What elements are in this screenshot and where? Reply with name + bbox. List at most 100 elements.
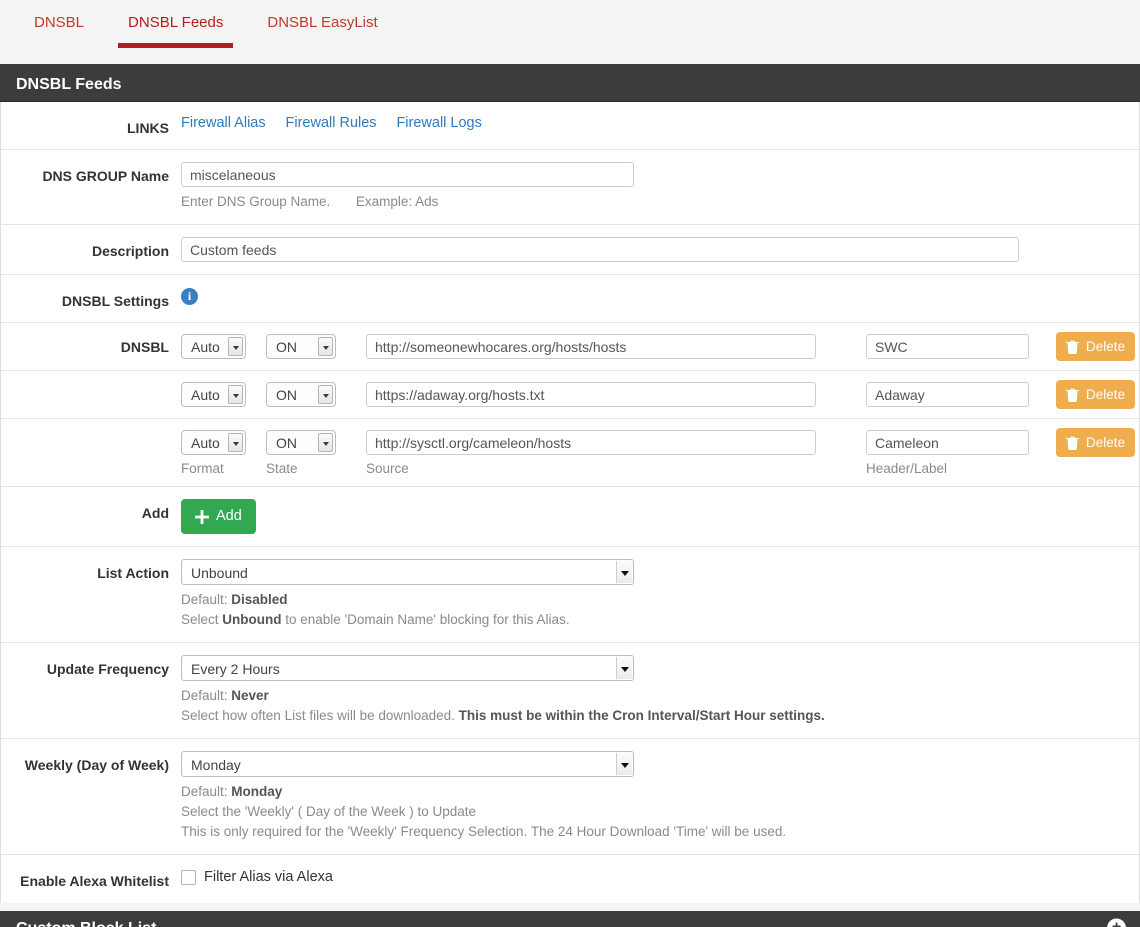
description-label: Description [91,243,169,259]
tab-dnsbl-easylist-label: DNSBL EasyList [267,14,378,31]
tab-dnsbl-feeds[interactable]: DNSBL Feeds [106,12,245,48]
list-action-help-default: Default: Disabled [181,590,1139,610]
list-action-help-c: to enable 'Domain Name' blocking for thi… [281,612,570,627]
tab-dnsbl-label: DNSBL [34,14,85,31]
alexa-checkbox-wrapper[interactable]: Filter Alias via Alexa [181,867,1139,885]
update-frequency-help-b: This must be within the Cron Interval/St… [458,708,825,723]
chevron-down-icon [228,337,243,356]
weekly-control: Monday Default: Monday Select the 'Weekl… [181,751,1139,842]
delete-button-1[interactable]: Delete [1056,380,1136,409]
dnsbl-format-select-2[interactable]: Auto [181,430,246,455]
plus-circle-icon[interactable]: + [1107,918,1126,927]
dnsbl-format-cell: Auto [181,430,266,455]
tab-dnsbl-feeds-label: DNSBL Feeds [128,14,224,31]
dns-group-name-control: Enter DNS Group Name. Example: Ads [181,162,1139,212]
weekly-default-prefix: Default: [181,784,232,799]
dnsbl-label: DNSBL [120,338,169,355]
dns-group-name-input[interactable] [181,162,634,187]
delete-button-label-0: Delete [1086,339,1126,354]
list-action-help: Default: Disabled Select Unbound to enab… [181,590,1139,630]
list-action-default-prefix: Default: [181,592,232,607]
weekly-value: Monday [191,757,241,773]
dnsbl-column-captions: Format State Source Header/Label [1,459,1139,487]
delete-button-0[interactable]: Delete [1056,332,1136,361]
custom-block-list-panel: Custom Block List + [0,911,1140,927]
dns-group-name-row: DNS GROUP Name Enter DNS Group Name. Exa… [1,150,1139,225]
update-frequency-control: Every 2 Hours Default: Never Select how … [181,655,1139,726]
trash-icon [1066,340,1079,354]
dnsbl-format-select-1[interactable]: Auto [181,382,246,407]
dnsbl-source-input-2[interactable] [366,430,816,455]
dnsbl-settings-control: i [181,287,1139,310]
list-action-value: Unbound [191,565,248,581]
alexa-checkbox-label: Filter Alias via Alexa [204,869,333,885]
weekly-select[interactable]: Monday [181,751,634,777]
dnsbl-header-input-0[interactable] [866,334,1029,359]
list-action-row: List Action Unbound Default: Disabled Se… [1,547,1139,643]
link-firewall-logs[interactable]: Firewall Logs [396,115,481,131]
caption-source: Source [366,461,409,476]
description-row: Description [1,225,1139,275]
dnsbl-source-cell [366,334,846,359]
weekly-help-line2: Select the 'Weekly' ( Day of the Week ) … [181,804,477,819]
alexa-checkbox[interactable] [181,869,196,885]
delete-button-2[interactable]: Delete [1056,428,1136,457]
dnsbl-header-cell [866,382,1056,407]
panel-gap [0,903,1140,911]
update-frequency-label: Update Frequency [46,661,169,677]
delete-button-label-1: Delete [1086,387,1126,402]
tab-dnsbl[interactable]: DNSBL [12,12,106,34]
dnsbl-state-cell: ON [266,382,366,407]
chevron-down-icon [616,657,632,679]
update-frequency-row: Update Frequency Every 2 Hours Default: … [1,643,1139,739]
dnsbl-header-cell [866,334,1056,359]
chevron-down-icon [318,337,333,356]
links-container: Firewall Alias Firewall Rules Firewall L… [181,114,1139,137]
dnsbl-header-input-1[interactable] [866,382,1029,407]
dnsbl-row: DNSBL Auto ON http://someonewhocares.org… [1,323,1139,371]
chevron-down-icon [616,561,632,583]
dnsbl-format-cell: Auto [181,382,266,407]
update-frequency-help-default: Default: Never [181,686,1139,706]
link-firewall-alias[interactable]: Firewall Alias [181,115,266,131]
tab-bar: DNSBL DNSBL Feeds DNSBL EasyList [0,0,1140,67]
list-action-select[interactable]: Unbound [181,559,634,585]
dnsbl-settings-label: DNSBL Settings [61,293,169,309]
dnsbl-state-cell: ON [266,430,366,455]
description-input[interactable] [181,237,1019,262]
dnsbl-delete-cell: Delete [1056,332,1136,361]
weekly-help: Default: Monday Select the 'Weekly' ( Da… [181,782,1139,842]
add-button[interactable]: Add [181,499,256,534]
dns-group-name-help: Enter DNS Group Name. Example: Ads [181,192,1139,212]
chevron-down-icon [318,385,333,404]
tab-dnsbl-easylist[interactable]: DNSBL EasyList [245,12,399,34]
info-icon[interactable]: i [181,288,198,305]
panel-heading-dnsbl-feeds: DNSBL Feeds [0,67,1140,102]
weekly-row: Weekly (Day of Week) Monday Default: Mon… [1,739,1139,855]
description-control [181,237,1139,262]
dnsbl-header-input-2[interactable] [866,430,1029,455]
list-action-help-detail: Select Unbound to enable 'Domain Name' b… [181,610,1139,630]
dnsbl-format-cell: Auto [181,334,266,359]
update-frequency-select[interactable]: Every 2 Hours [181,655,634,681]
dns-group-name-label: DNS GROUP Name [42,168,169,184]
panel-heading-custom-block-list[interactable]: Custom Block List + [0,911,1140,927]
dnsbl-state-select-2[interactable]: ON [266,430,336,455]
delete-button-label-2: Delete [1086,435,1126,450]
dnsbl-state-select-0[interactable]: ON [266,334,336,359]
dnsbl-source-cell [366,382,846,407]
list-action-default-value: Disabled [231,592,288,607]
add-row: Add Add [1,487,1139,547]
add-control: Add [181,499,1139,534]
dnsbl-state-select-1[interactable]: ON [266,382,336,407]
chevron-down-icon [228,433,243,452]
panel-body: LINKS Firewall Alias Firewall Rules Fire… [0,102,1140,903]
update-frequency-help-detail: Select how often List files will be down… [181,706,1139,726]
link-firewall-rules[interactable]: Firewall Rules [286,115,377,131]
dnsbl-format-select-0[interactable]: Auto [181,334,246,359]
dnsbl-source-input-1[interactable] [366,382,816,407]
dnsbl-source-input-0[interactable] [366,334,816,359]
dnsbl-state-cell: ON [266,334,366,359]
update-frequency-help: Default: Never Select how often List fil… [181,686,1139,726]
trash-icon [1066,388,1079,402]
